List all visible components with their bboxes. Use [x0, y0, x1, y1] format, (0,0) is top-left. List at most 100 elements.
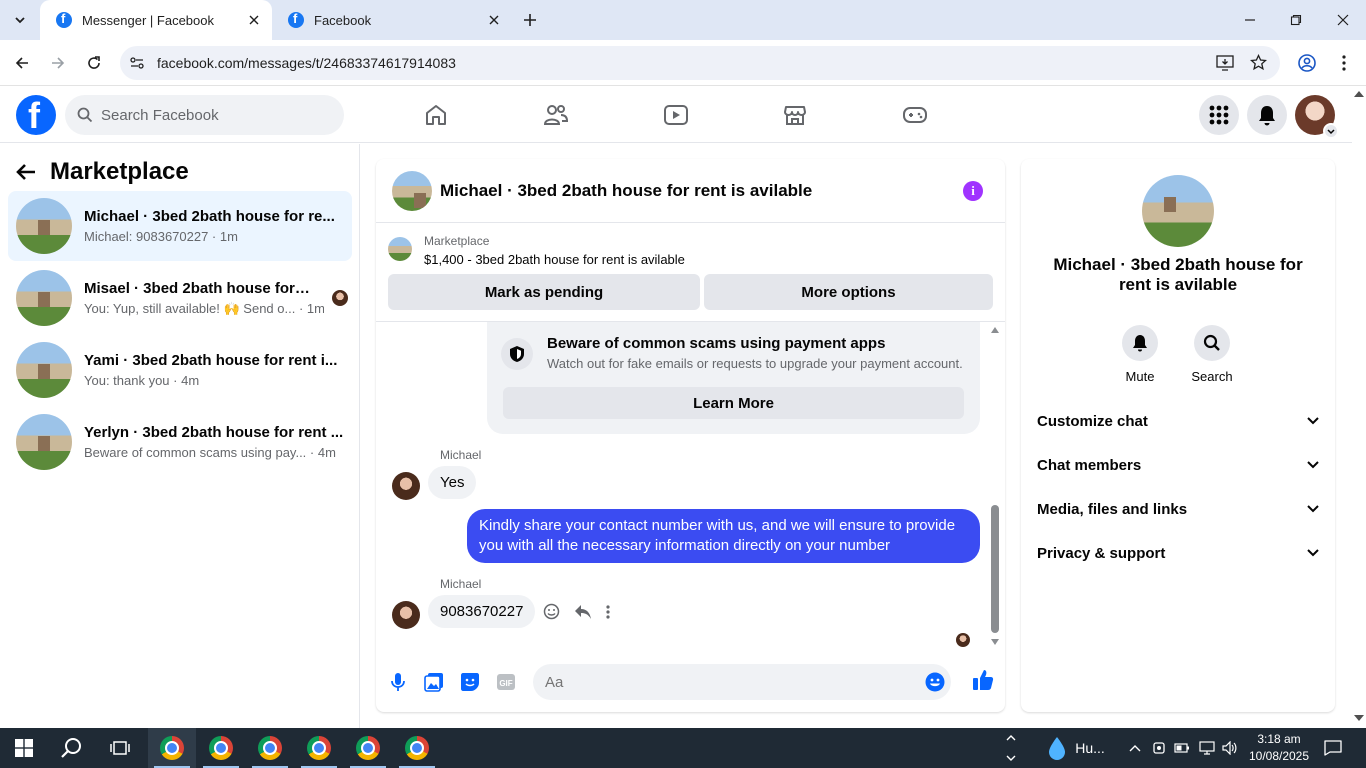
menu-grid-icon[interactable]	[1199, 95, 1239, 135]
taskbar-search-icon[interactable]	[48, 728, 96, 768]
mark-as-pending-button[interactable]: Mark as pending	[388, 274, 700, 310]
gaming-icon[interactable]	[901, 101, 929, 129]
new-tab-icon[interactable]	[518, 8, 542, 32]
taskbar-chrome-app[interactable]	[344, 728, 392, 768]
conversation-list-panel: Marketplace Michael · 3bed 2bath house f…	[0, 144, 360, 728]
incoming-message[interactable]: Yes	[428, 466, 477, 499]
install-app-icon[interactable]	[1216, 55, 1234, 71]
account-avatar[interactable]	[1295, 95, 1339, 139]
tab-search-button[interactable]	[8, 8, 32, 32]
forward-icon[interactable]	[46, 51, 70, 75]
page-scrollbar[interactable]	[1352, 87, 1366, 728]
message-input[interactable]	[545, 673, 905, 691]
listing-thumbnail	[16, 270, 72, 326]
customize-chat-section[interactable]: Customize chat	[1037, 409, 1319, 433]
emoji-icon[interactable]	[925, 672, 945, 692]
taskbar-chrome-app[interactable]	[393, 728, 441, 768]
react-emoji-icon[interactable]	[543, 603, 560, 620]
conversation-name: Misael · 3bed 2bath house for r...	[84, 279, 314, 297]
search-icon	[1194, 325, 1230, 361]
sender-avatar[interactable]	[392, 601, 420, 629]
notification-center-icon[interactable]	[1318, 728, 1348, 768]
home-icon[interactable]	[422, 101, 450, 129]
microphone-icon[interactable]	[387, 671, 409, 693]
chrome-icon	[209, 736, 233, 760]
close-window-icon[interactable]	[1331, 8, 1355, 32]
seen-avatar	[956, 633, 970, 647]
chevron-down-icon	[1307, 417, 1319, 425]
facebook-header: f	[0, 87, 1352, 143]
search-in-chat-button[interactable]: Search	[1182, 325, 1242, 384]
chat-header: Michael · 3bed 2bath house for rent is a…	[376, 159, 1005, 223]
friends-icon[interactable]	[542, 101, 570, 129]
bookmark-star-icon[interactable]	[1250, 54, 1267, 71]
address-bar[interactable]: facebook.com/messages/t/2468337461791408…	[120, 46, 1280, 80]
minimize-icon[interactable]	[1238, 8, 1262, 32]
battery-icon[interactable]	[1173, 728, 1191, 768]
chat-title[interactable]: Michael · 3bed 2bath house for rent is a…	[440, 181, 812, 201]
search-input[interactable]	[101, 106, 321, 124]
info-icon[interactable]: i	[963, 181, 983, 201]
like-thumbs-up-icon[interactable]	[972, 669, 994, 691]
back-icon[interactable]	[10, 51, 34, 75]
site-settings-icon[interactable]	[129, 55, 145, 71]
mute-button[interactable]: Mute	[1110, 325, 1170, 384]
taskbar-chrome-app[interactable]	[197, 728, 245, 768]
listing-photo[interactable]	[1142, 175, 1214, 247]
listing-title[interactable]: $1,400 - 3bed 2bath house for rent is av…	[424, 252, 685, 267]
back-arrow-icon[interactable]	[16, 163, 36, 181]
clock-date: 10/08/2025	[1248, 749, 1310, 763]
conversation-item[interactable]: Michael · 3bed 2bath house for re... Mic…	[8, 191, 352, 261]
gif-icon[interactable]: GIF	[495, 671, 517, 693]
show-hidden-icons-icon[interactable]	[1126, 728, 1144, 768]
shield-icon	[501, 338, 533, 370]
close-tab-icon[interactable]	[244, 10, 264, 30]
incoming-message[interactable]: 9083670227	[428, 595, 536, 628]
conversation-item[interactable]: Misael · 3bed 2bath house for r... You: …	[8, 263, 352, 333]
network-icon[interactable]	[1197, 728, 1217, 768]
tab-messenger[interactable]: Messenger | Facebook	[40, 0, 272, 40]
profile-icon[interactable]	[1295, 51, 1319, 75]
weather-widget[interactable]: Hu...	[1040, 728, 1112, 768]
sticker-icon[interactable]	[459, 671, 481, 693]
volume-icon[interactable]	[1220, 728, 1240, 768]
url-text: facebook.com/messages/t/2468337461791408…	[157, 55, 456, 71]
chat-scrollbar[interactable]	[991, 327, 999, 645]
sender-avatar[interactable]	[392, 472, 420, 500]
listing-thumbnail[interactable]	[392, 170, 432, 211]
close-tab-icon[interactable]	[484, 10, 504, 30]
taskbar-scroll-arrows[interactable]	[1004, 728, 1018, 768]
weather-text: Hu...	[1075, 740, 1105, 756]
media-files-links-section[interactable]: Media, files and links	[1037, 497, 1319, 521]
facebook-search[interactable]	[65, 95, 344, 135]
scrollbar-thumb[interactable]	[991, 505, 999, 633]
tab-facebook[interactable]: Facebook	[272, 0, 512, 40]
start-windows-icon[interactable]	[0, 728, 48, 768]
video-icon[interactable]	[662, 101, 690, 129]
reply-icon[interactable]	[574, 604, 592, 620]
taskbar-chrome-app[interactable]	[295, 728, 343, 768]
notifications-bell-icon[interactable]	[1247, 95, 1287, 135]
facebook-logo-icon[interactable]: f	[16, 95, 56, 136]
listing-thumbnail	[16, 198, 72, 254]
taskbar-chrome-app[interactable]	[246, 728, 294, 768]
section-label: Privacy & support	[1037, 544, 1166, 562]
task-view-icon[interactable]	[96, 728, 144, 768]
message-input-box[interactable]	[533, 664, 951, 700]
privacy-support-section[interactable]: Privacy & support	[1037, 541, 1319, 565]
chat-members-section[interactable]: Chat members	[1037, 453, 1319, 477]
taskbar-chrome-app[interactable]	[148, 728, 196, 768]
restore-icon[interactable]	[1284, 8, 1308, 32]
marketplace-icon[interactable]	[781, 101, 809, 129]
more-options-button[interactable]: More options	[704, 274, 993, 310]
reload-icon[interactable]	[82, 51, 106, 75]
learn-more-button[interactable]: Learn More	[503, 387, 964, 419]
conversation-item[interactable]: Yerlyn · 3bed 2bath house for rent ... B…	[8, 407, 352, 477]
outgoing-message[interactable]: Kindly share your contact number with us…	[467, 509, 980, 563]
menu-kebab-icon[interactable]	[1332, 51, 1356, 75]
meet-now-icon[interactable]	[1150, 728, 1168, 768]
conversation-item[interactable]: Yami · 3bed 2bath house for rent i... Yo…	[8, 335, 352, 405]
photo-gallery-icon[interactable]	[423, 671, 445, 693]
more-actions-icon[interactable]	[606, 604, 610, 619]
system-clock[interactable]: 3:18 am 10/08/2025	[1248, 731, 1310, 765]
